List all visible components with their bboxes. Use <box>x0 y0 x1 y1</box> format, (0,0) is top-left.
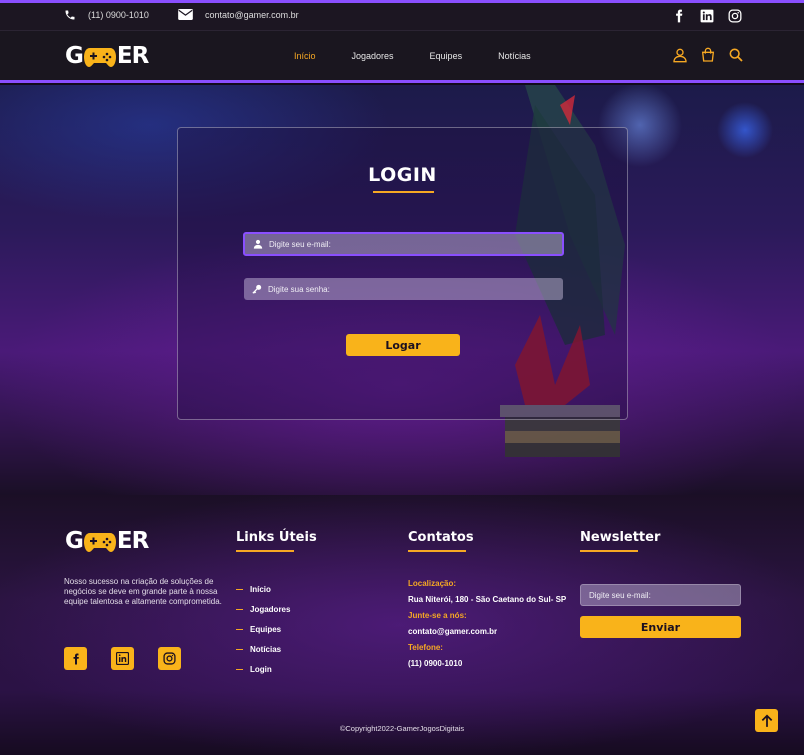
login-button[interactable]: Logar <box>346 334 460 356</box>
cart-icon[interactable] <box>700 47 716 68</box>
nav-menu: Início Jogadores Equipes Notícias <box>294 51 567 61</box>
login-title-underline <box>373 191 434 193</box>
email-field[interactable] <box>243 232 564 256</box>
nav-icons <box>672 47 744 68</box>
join-label: Junte-se a nós: <box>408 611 467 620</box>
user-icon <box>253 239 263 249</box>
dash-decoration <box>236 628 243 630</box>
site-logo[interactable]: G AM ER <box>65 43 149 69</box>
linkedin-icon[interactable] <box>700 9 714 23</box>
search-icon[interactable] <box>728 47 744 68</box>
dash-decoration <box>236 608 243 610</box>
linkedin-icon[interactable] <box>111 647 134 670</box>
newsletter-email-input[interactable] <box>580 584 741 606</box>
instagram-icon[interactable] <box>158 647 181 670</box>
footer-link-label: Início <box>250 584 271 594</box>
footer-link-jogadores[interactable]: Jogadores <box>236 599 290 619</box>
footer-link-noticias[interactable]: Notícias <box>236 639 290 659</box>
main-nav: G AM ER Início Jogadores Equipes Notícia… <box>0 31 804 83</box>
footer-logo-letters-left: G <box>65 528 84 554</box>
footer-link-label: Jogadores <box>250 604 291 614</box>
scroll-to-top-button[interactable] <box>755 709 778 732</box>
top-bar: (11) 0900-1010 contato@gamer.com.br <box>0 0 804 31</box>
footer-social <box>64 647 181 670</box>
join-value[interactable]: contato@gamer.com.br <box>408 627 566 643</box>
footer-link-label: Login <box>250 664 272 674</box>
password-field[interactable] <box>244 278 563 300</box>
top-mail: contato@gamer.com.br <box>178 9 299 20</box>
footer-link-label: Equipes <box>250 624 282 634</box>
top-phone: (11) 0900-1010 <box>64 9 149 21</box>
top-mail-text: contato@gamer.com.br <box>205 9 299 20</box>
footer-link-login[interactable]: Login <box>236 659 290 679</box>
login-card: LOGIN Logar <box>177 127 628 420</box>
mail-icon <box>178 9 193 20</box>
footer-link-label: Notícias <box>250 644 282 654</box>
dash-decoration <box>236 648 243 650</box>
footer: G ER Nosso sucesso na criação de soluçõe… <box>0 495 804 755</box>
login-title: LOGIN <box>368 164 437 186</box>
email-input[interactable] <box>269 239 529 249</box>
copyright-text: ©Copyright2022-GamerJogosDigitais <box>339 724 465 733</box>
logo-letters-left: G <box>65 43 84 69</box>
nav-item-jogadores[interactable]: Jogadores <box>352 51 394 61</box>
contacts-title: Contatos <box>408 530 474 545</box>
logo-controller-icon: AM <box>83 44 117 68</box>
nav-item-equipes[interactable]: Equipes <box>430 51 463 61</box>
newsletter-title-underline <box>580 550 638 552</box>
links-title-underline <box>236 550 294 552</box>
hero-section: LOGIN Logar <box>0 85 804 495</box>
instagram-icon[interactable] <box>728 9 742 23</box>
contacts-title-underline <box>408 550 466 552</box>
user-icon[interactable] <box>672 47 688 68</box>
footer-link-inicio[interactable]: Início <box>236 579 290 599</box>
arrow-up-icon <box>761 714 772 727</box>
top-phone-text: (11) 0900-1010 <box>88 10 149 20</box>
newsletter-title: Newsletter <box>580 530 661 545</box>
dash-decoration <box>236 668 243 670</box>
footer-link-equipes[interactable]: Equipes <box>236 619 290 639</box>
nav-item-inicio[interactable]: Início <box>294 51 316 61</box>
footer-about-text: Nosso sucesso na criação de soluções de … <box>64 577 222 606</box>
newsletter-send-button[interactable]: Enviar <box>580 616 741 638</box>
links-title: Links Úteis <box>236 530 317 545</box>
location-label: Localização: <box>408 579 457 588</box>
footer-links: Início Jogadores Equipes Notícias Login <box>236 579 290 679</box>
logo-controller-icon <box>83 529 117 553</box>
footer-logo[interactable]: G ER <box>65 528 149 554</box>
facebook-icon[interactable] <box>64 647 87 670</box>
password-input[interactable] <box>268 284 528 294</box>
logo-letters-right: ER <box>116 43 149 69</box>
top-social <box>672 9 742 23</box>
dash-decoration <box>236 588 243 590</box>
facebook-icon[interactable] <box>672 9 686 23</box>
phone-value: (11) 0900-1010 <box>408 659 463 668</box>
key-icon <box>252 284 262 294</box>
nav-item-noticias[interactable]: Notícias <box>498 51 531 61</box>
footer-logo-letters-right: ER <box>116 528 149 554</box>
location-value: Rua Niterói, 180 - São Caetano do Sul- S… <box>408 595 567 604</box>
footer-contacts: Localização: Rua Niterói, 180 - São Caet… <box>408 579 566 675</box>
phone-label: Telefone: <box>408 643 443 652</box>
phone-icon <box>65 10 75 20</box>
